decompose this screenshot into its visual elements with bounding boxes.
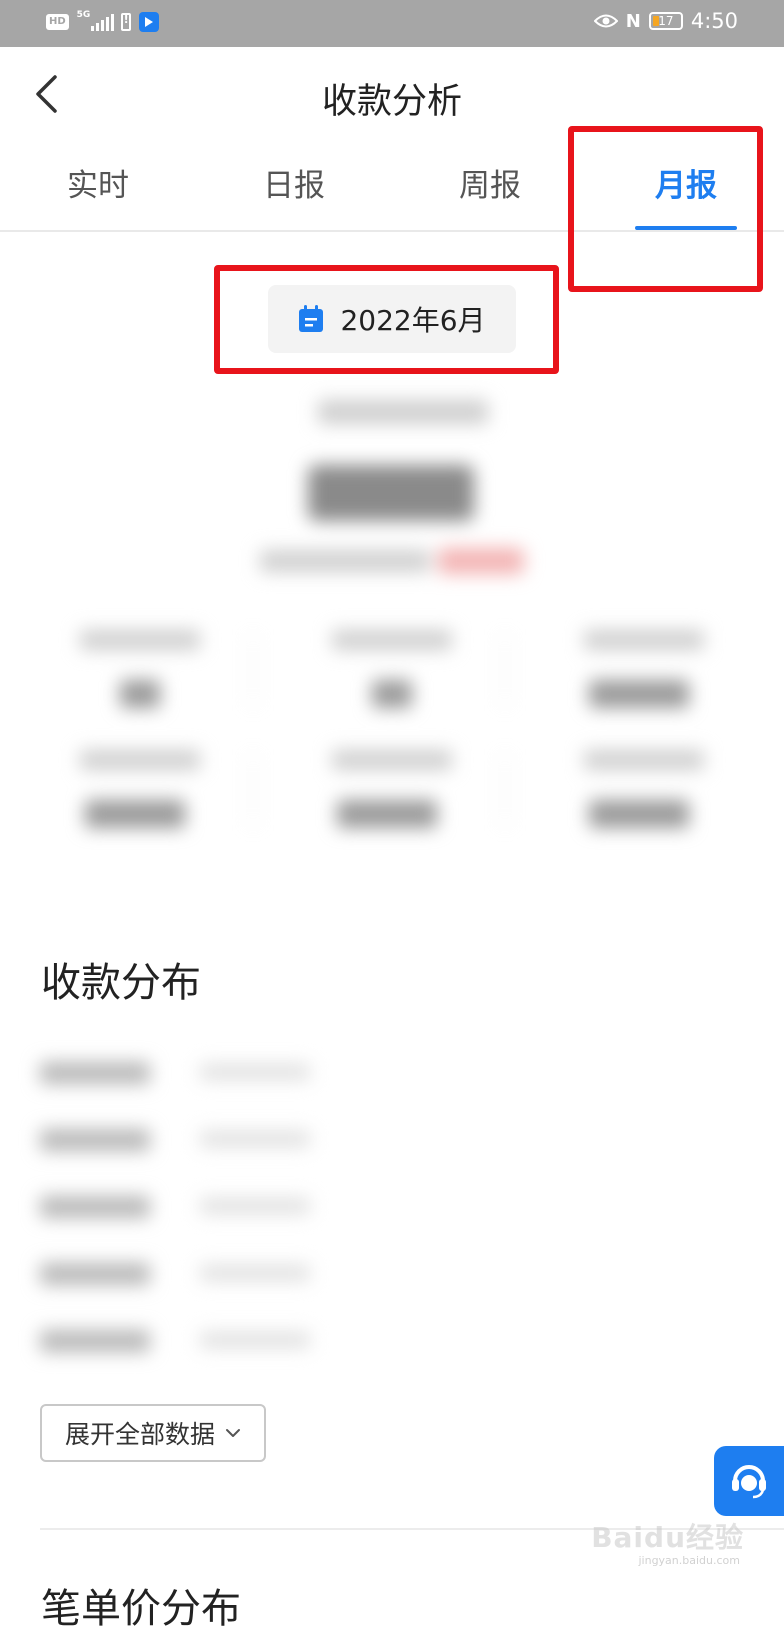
watermark-url: jingyan.baidu.com bbox=[638, 1554, 740, 1567]
chevron-down-icon bbox=[226, 1429, 240, 1437]
page-title: 收款分析 bbox=[321, 82, 462, 122]
customer-service-button[interactable] bbox=[714, 1446, 784, 1516]
watermark: Baidu经验 bbox=[591, 1521, 744, 1554]
month-picker[interactable]: 2022年6月 bbox=[268, 285, 516, 353]
status-bar: HD 5G N 17 4:50 bbox=[0, 0, 784, 47]
calendar-icon bbox=[299, 305, 324, 332]
report-tabs: 实时 日报 周报 月报 bbox=[0, 142, 784, 232]
tab-weekly[interactable]: 周报 bbox=[392, 142, 588, 230]
battery-alert-icon bbox=[120, 13, 131, 31]
status-time: 4:50 bbox=[690, 9, 738, 33]
selected-month: 2022年6月 bbox=[340, 304, 486, 337]
active-tab-indicator bbox=[635, 226, 737, 230]
battery-icon: 17 bbox=[648, 12, 683, 30]
tab-realtime[interactable]: 实时 bbox=[0, 142, 196, 230]
blurred-stat-grid bbox=[40, 620, 744, 860]
hd-icon: HD bbox=[46, 14, 69, 30]
section-title-distribution: 收款分布 bbox=[41, 960, 201, 1006]
section-title-unit-price: 笔单价分布 bbox=[41, 1586, 241, 1632]
signal-icon: 5G bbox=[77, 11, 114, 33]
page-header: 收款分析 bbox=[0, 47, 784, 142]
expand-all-data-button[interactable]: 展开全部数据 bbox=[40, 1404, 266, 1462]
eye-icon bbox=[593, 14, 618, 28]
customer-service-icon bbox=[732, 1465, 766, 1499]
nfc-icon: N bbox=[625, 10, 641, 32]
app-notification-icon bbox=[138, 12, 159, 32]
tab-daily[interactable]: 日报 bbox=[196, 142, 392, 230]
tab-monthly[interactable]: 月报 bbox=[588, 142, 784, 230]
